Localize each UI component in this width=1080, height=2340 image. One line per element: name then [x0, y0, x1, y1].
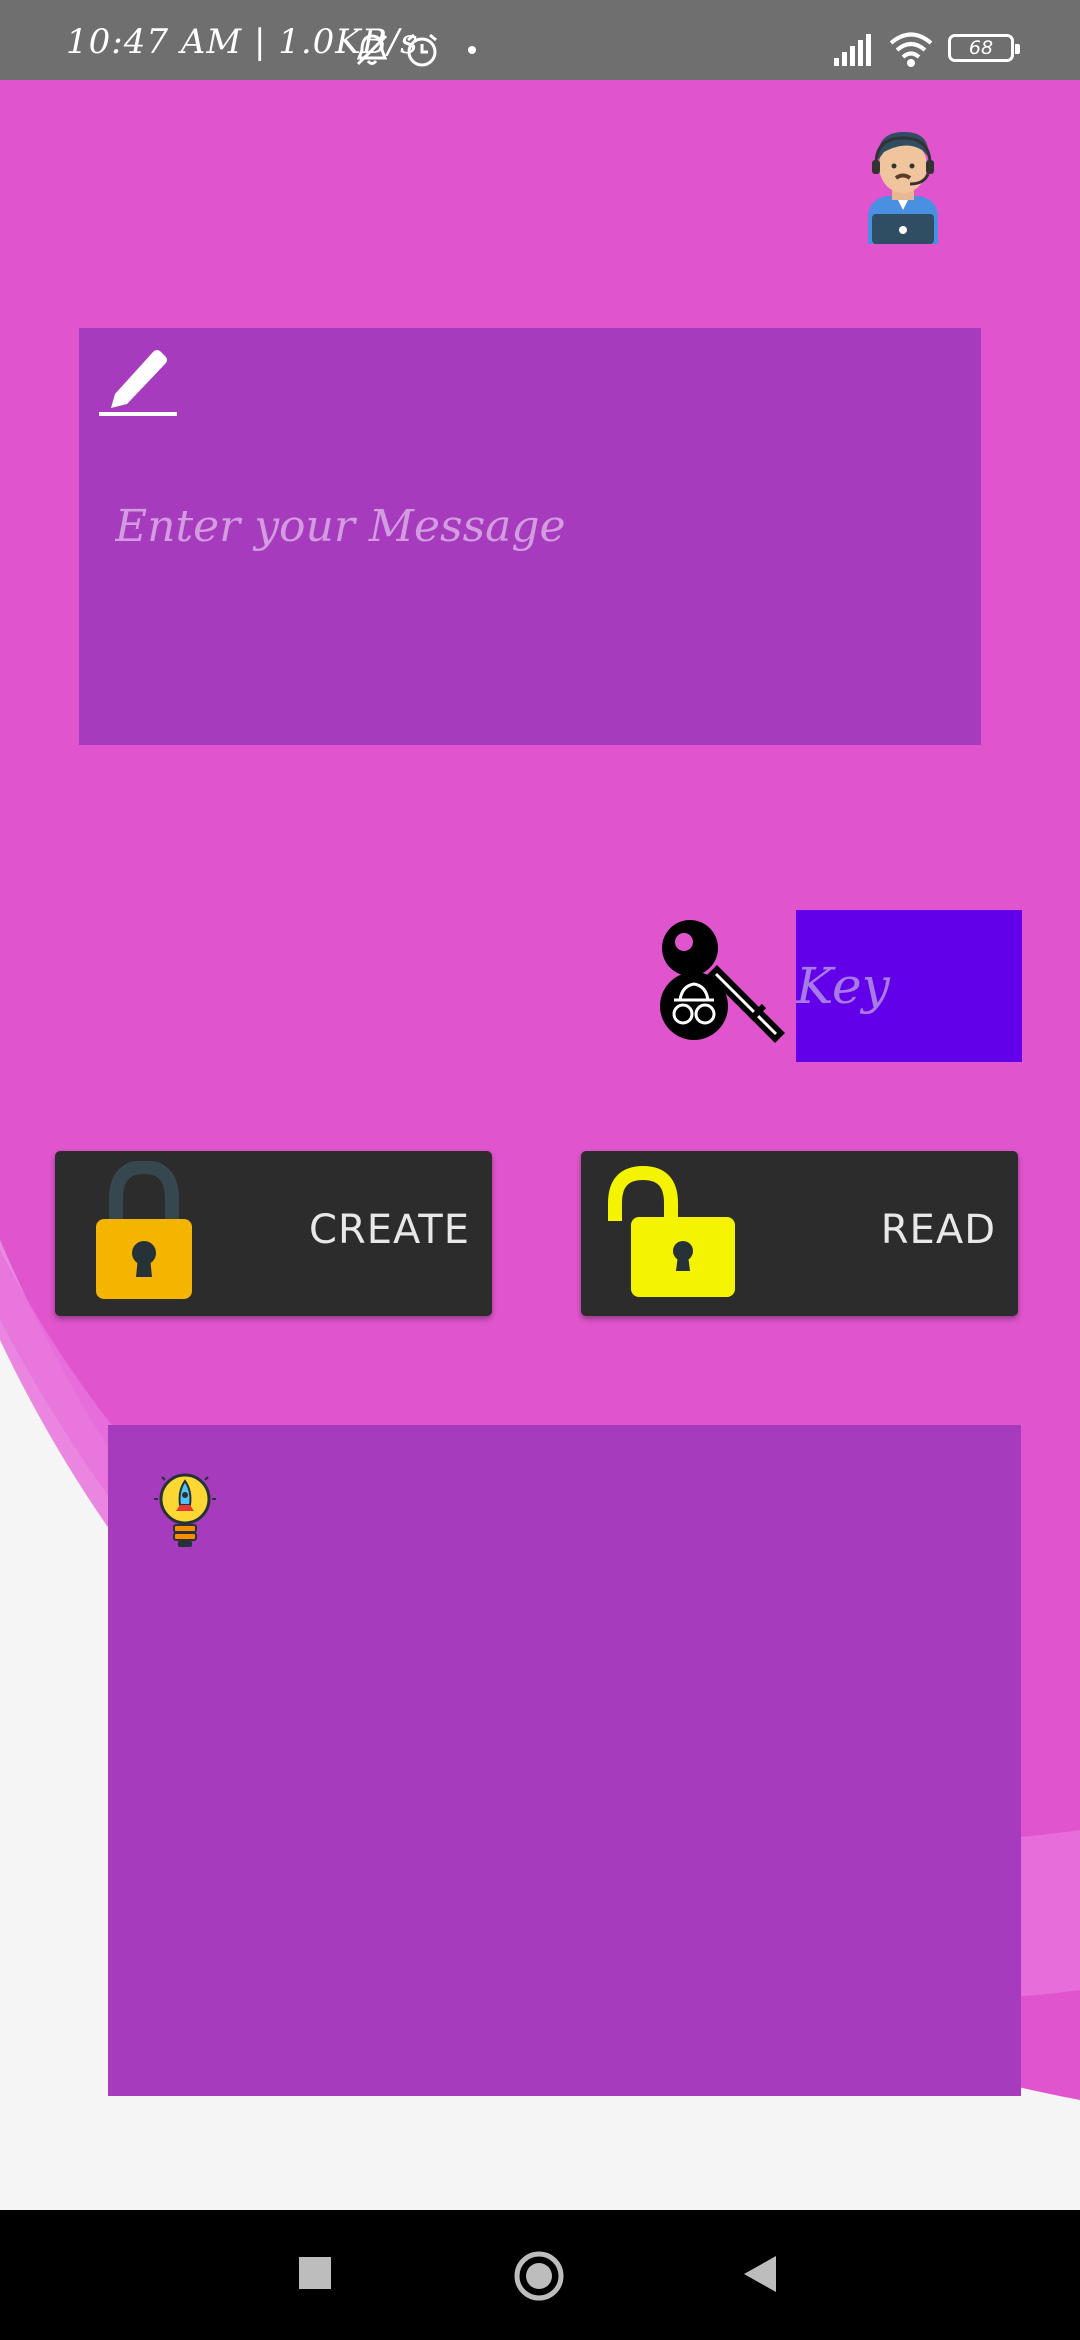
- mute-bell-icon: [356, 34, 388, 66]
- back-triangle-icon[interactable]: [742, 2254, 778, 2294]
- signal-icon: [834, 34, 871, 66]
- locked-padlock-icon: [96, 1161, 192, 1299]
- app-screen: 10:47 AM | 1.0KB/s 68 Enter your Message…: [0, 0, 1080, 2340]
- create-button[interactable]: CREATE: [55, 1151, 492, 1316]
- recents-square-icon[interactable]: [298, 2256, 332, 2290]
- battery-icon: 68: [948, 34, 1020, 62]
- lightbulb-rocket-icon: [154, 1473, 216, 1547]
- output-card: [108, 1425, 1021, 2096]
- wifi-icon: [889, 32, 933, 67]
- create-button-label: CREATE: [309, 1207, 470, 1253]
- key-input[interactable]: [796, 910, 1022, 1062]
- battery-level: 68: [968, 37, 994, 59]
- dot-icon: [468, 46, 476, 54]
- message-input[interactable]: [113, 490, 947, 562]
- read-button[interactable]: READ: [581, 1151, 1018, 1316]
- home-circle-icon[interactable]: [513, 2250, 565, 2302]
- pencil-icon: [99, 350, 177, 416]
- key-spy-icon: [660, 920, 785, 1043]
- navigation-bar: [0, 2210, 1080, 2340]
- status-bar: 10:47 AM | 1.0KB/s 68: [0, 0, 1080, 80]
- message-card: [79, 328, 981, 745]
- read-button-label: READ: [880, 1207, 996, 1253]
- alarm-icon: [407, 33, 437, 67]
- unlocked-padlock-icon: [608, 1165, 735, 1297]
- support-agent-icon: [868, 132, 938, 244]
